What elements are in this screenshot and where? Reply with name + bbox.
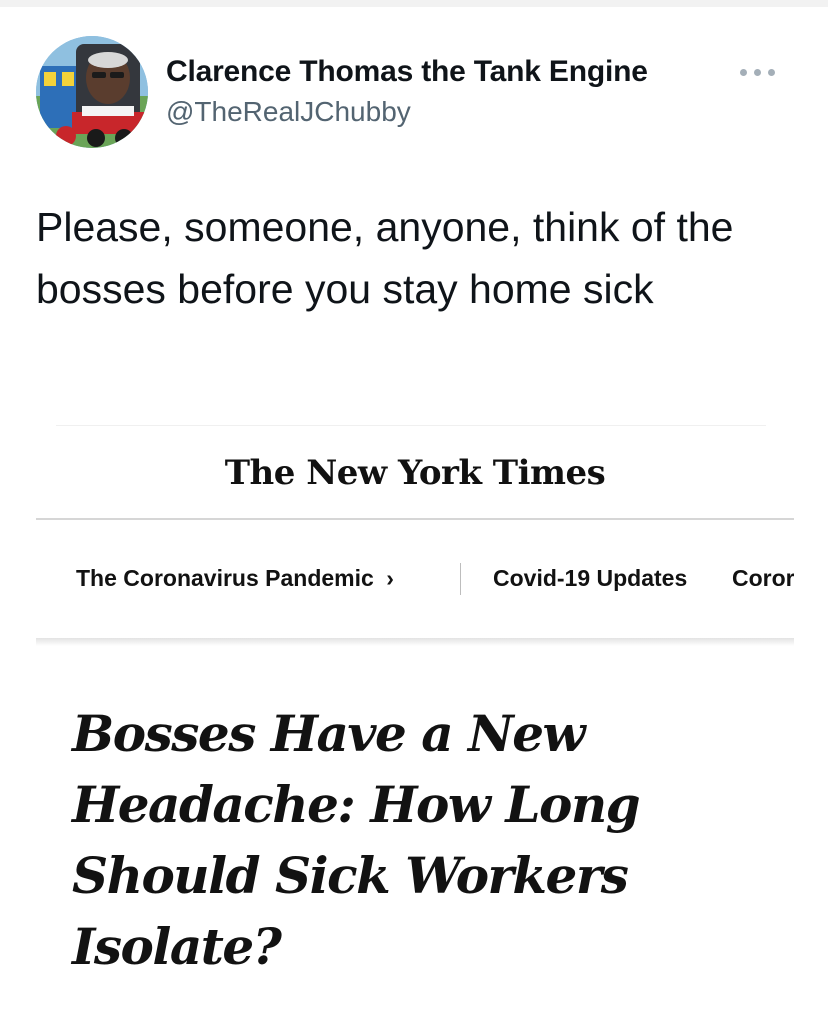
- chevron-right-icon: ›: [386, 565, 394, 591]
- train-avatar-icon: [36, 36, 148, 148]
- card-top-divider: [56, 425, 766, 426]
- author-avatar[interactable]: [36, 36, 148, 148]
- more-options-icon[interactable]: [736, 66, 780, 80]
- nav-section-label: The Coronavirus Pandemic: [76, 565, 374, 591]
- tweet-text: Please, someone, anyone, think of the bo…: [36, 204, 734, 312]
- nav-section-link[interactable]: The Coronavirus Pandemic ›: [76, 565, 394, 592]
- nyt-masthead: The New York Times: [224, 453, 606, 493]
- nav-shadow: [36, 638, 794, 646]
- author-handle[interactable]: @TheRealJChubby: [166, 96, 411, 128]
- author-name[interactable]: Clarence Thomas the Tank Engine: [166, 55, 648, 89]
- nav-truncated-link[interactable]: Coror: [732, 565, 794, 592]
- article-screenshot[interactable]: The New York Times The Coronavirus Pande…: [36, 425, 794, 1015]
- masthead-rule: [36, 518, 794, 520]
- top-divider: [0, 0, 828, 7]
- nav-updates-link[interactable]: Covid-19 Updates: [493, 565, 687, 592]
- nav-separator: [460, 563, 461, 595]
- article-headline: Bosses Have a New Headache: How Long Sho…: [72, 704, 641, 976]
- section-nav: The Coronavirus Pandemic › Covid-19 Upda…: [36, 521, 794, 641]
